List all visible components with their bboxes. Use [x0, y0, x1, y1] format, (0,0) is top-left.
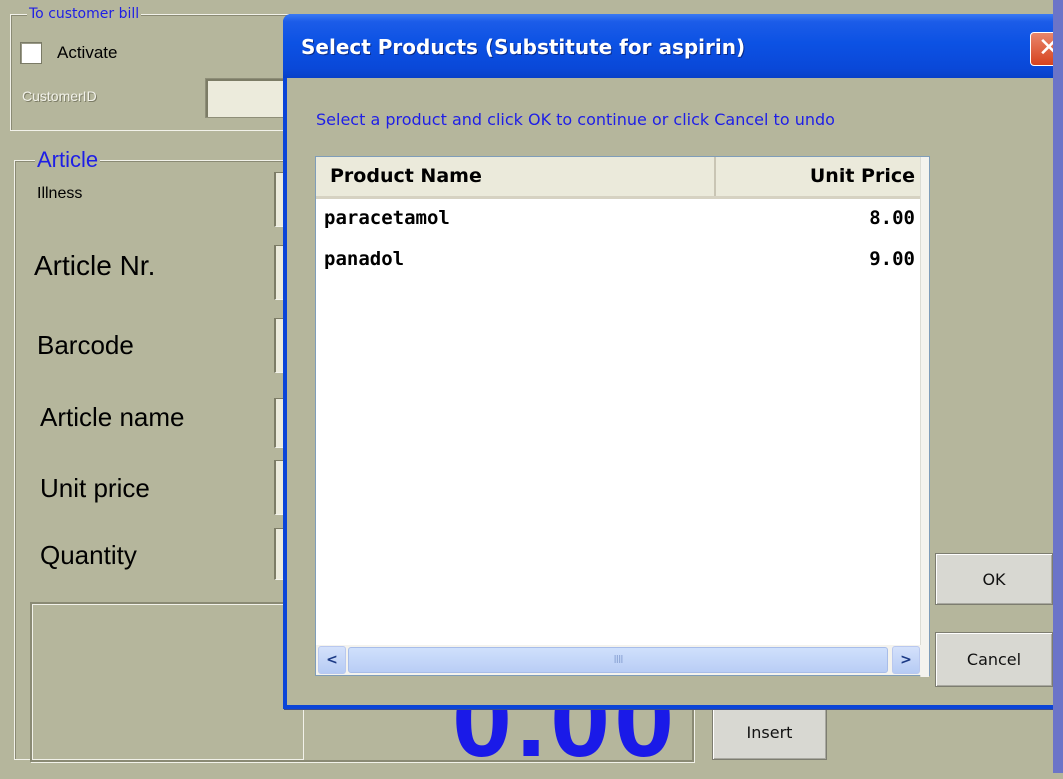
illness-label: Illness [37, 185, 83, 202]
listview-header: Product Name Unit Price [316, 157, 929, 199]
customer-id-field[interactable] [205, 78, 295, 118]
scroll-right-icon[interactable]: > [892, 646, 920, 674]
vertical-scroll-strip [920, 157, 929, 677]
article-legend: Article [35, 147, 101, 173]
unit-price-cell: 8.00 [869, 207, 915, 229]
customer-bill-legend: To customer bill [27, 6, 142, 22]
insert-button[interactable]: Insert [712, 705, 827, 760]
scroll-left-icon[interactable]: < [318, 646, 346, 674]
horizontal-scrollbar[interactable]: < IIII > [316, 645, 922, 675]
dialog-client-area: Select a product and click OK to continu… [287, 78, 1063, 705]
activate-checkbox[interactable] [20, 42, 42, 64]
quantity-label: Quantity [40, 540, 137, 570]
activate-label: Activate [57, 43, 118, 62]
unit-price-label: Unit price [40, 473, 150, 503]
window-right-edge [1053, 0, 1063, 773]
products-listview[interactable]: Product Name Unit Price paracetamol 8.00… [315, 156, 930, 677]
column-header-product-name[interactable]: Product Name [316, 157, 716, 196]
column-header-unit-price[interactable]: Unit Price [718, 157, 922, 196]
customer-id-label: CustomerID [22, 88, 97, 104]
dialog-titlebar[interactable]: Select Products (Substitute for aspirin)… [283, 14, 1063, 78]
table-row[interactable]: panadol 9.00 [316, 242, 922, 282]
table-row[interactable]: paracetamol 8.00 [316, 201, 922, 241]
barcode-label: Barcode [37, 330, 134, 360]
cancel-button[interactable]: Cancel [935, 632, 1053, 687]
dialog-instruction: Select a product and click OK to continu… [316, 110, 835, 129]
article-nr-label: Article Nr. [34, 250, 156, 281]
dialog-title: Select Products (Substitute for aspirin) [301, 35, 746, 59]
article-name-label: Article name [40, 402, 185, 432]
ok-button[interactable]: OK [935, 553, 1053, 605]
product-name-cell: panadol [324, 248, 405, 270]
product-name-cell: paracetamol [324, 207, 450, 229]
scroll-thumb[interactable]: IIII [348, 647, 888, 673]
unit-price-cell: 9.00 [869, 248, 915, 270]
